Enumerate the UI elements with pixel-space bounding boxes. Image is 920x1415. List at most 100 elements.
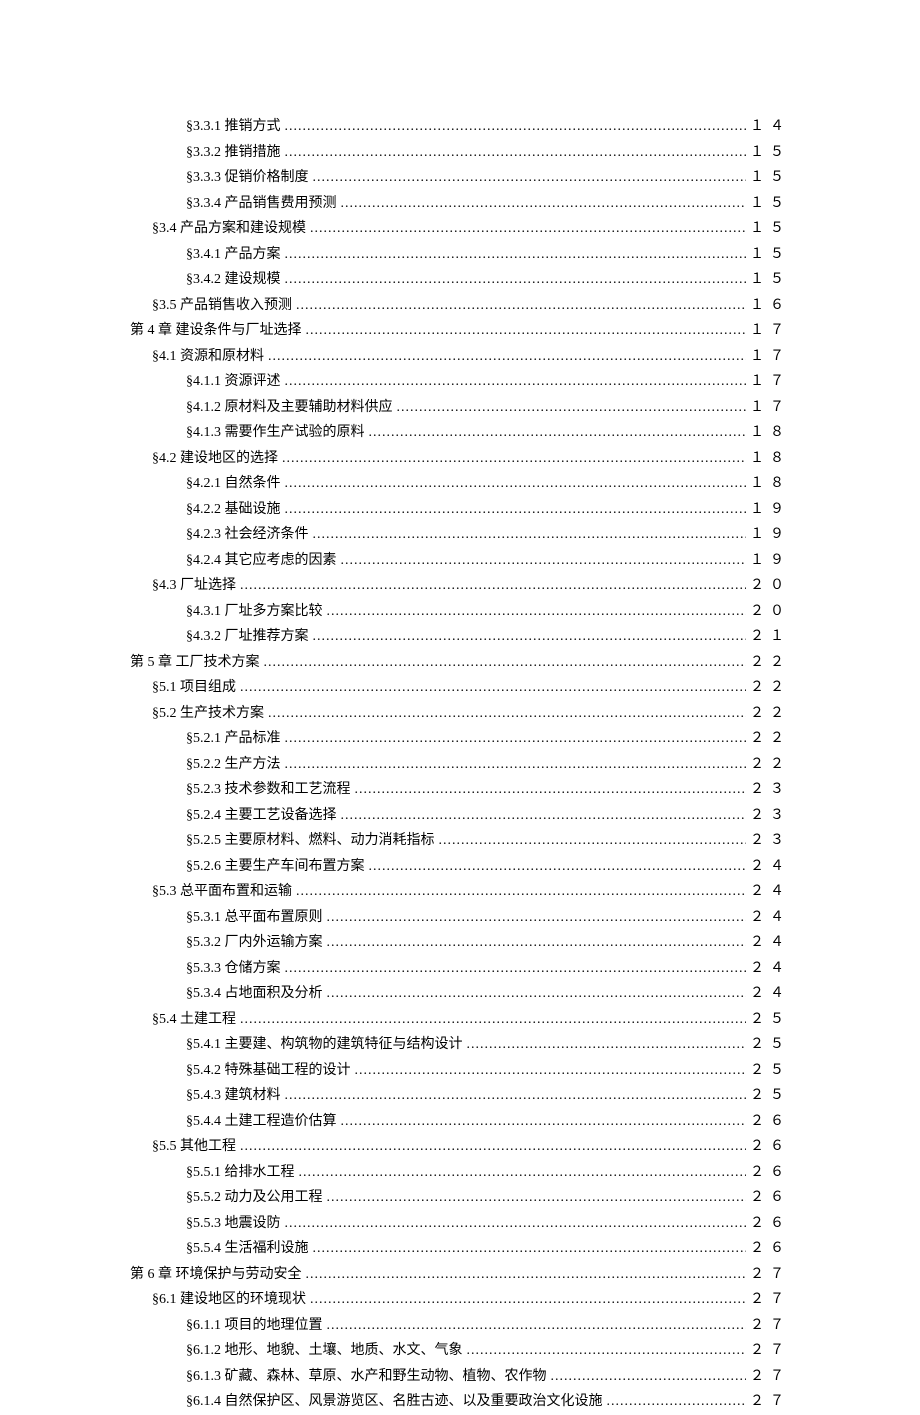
toc-entry-page: １８	[750, 447, 790, 472]
toc-leader-dots	[327, 600, 747, 625]
toc-entry-label: §5.2.1 产品标准	[186, 727, 281, 752]
toc-entry-page: １５	[750, 141, 790, 166]
toc-leader-dots	[268, 345, 746, 370]
toc-leader-dots	[306, 319, 747, 344]
toc-entry[interactable]: §3.3.4 产品销售费用预测１５	[130, 192, 790, 217]
toc-entry-label: §3.3.2 推销措施	[186, 141, 281, 166]
toc-leader-dots	[285, 370, 747, 395]
toc-entry[interactable]: §5.2.5 主要原材料、燃料、动力消耗指标２３	[130, 829, 790, 854]
toc-entry[interactable]: §6.1.4 自然保护区、风景游览区、名胜古迹、以及重要政治文化设施２７	[130, 1390, 790, 1415]
toc-entry-page: ２４	[750, 855, 790, 880]
toc-entry-page: ２７	[750, 1339, 790, 1364]
toc-leader-dots	[282, 447, 746, 472]
toc-entry[interactable]: §5.4.2 特殊基础工程的设计２５	[130, 1059, 790, 1084]
toc-entry[interactable]: §4.1.1 资源评述１７	[130, 370, 790, 395]
toc-entry[interactable]: §5.5 其他工程２６	[130, 1135, 790, 1160]
toc-entry[interactable]: §5.5.2 动力及公用工程２６	[130, 1186, 790, 1211]
toc-leader-dots	[285, 115, 747, 140]
toc-entry-page: ２１	[750, 625, 790, 650]
toc-entry-label: §5.4.4 土建工程造价估算	[186, 1110, 337, 1135]
toc-leader-dots	[285, 472, 747, 497]
toc-entry-page: ２５	[750, 1084, 790, 1109]
toc-entry-page: ２７	[750, 1288, 790, 1313]
toc-entry-label: §5.5.2 动力及公用工程	[186, 1186, 323, 1211]
toc-leader-dots	[285, 498, 747, 523]
toc-entry[interactable]: §5.5.4 生活福利设施２６	[130, 1237, 790, 1262]
toc-entry-page: １９	[750, 498, 790, 523]
toc-entry[interactable]: §5.2 生产技术方案２２	[130, 702, 790, 727]
toc-entry[interactable]: §4.2.1 自然条件１８	[130, 472, 790, 497]
toc-entry[interactable]: 第 4 章 建设条件与厂址选择１７	[130, 319, 790, 344]
toc-entry-page: １７	[750, 396, 790, 421]
toc-entry[interactable]: §5.3.2 厂内外运输方案２４	[130, 931, 790, 956]
toc-entry[interactable]: §5.3.4 占地面积及分析２４	[130, 982, 790, 1007]
toc-entry-label: §6.1.4 自然保护区、风景游览区、名胜古迹、以及重要政治文化设施	[186, 1390, 603, 1415]
toc-entry[interactable]: §5.5.3 地震设防２６	[130, 1212, 790, 1237]
toc-entry-page: ２４	[750, 957, 790, 982]
toc-entry[interactable]: §6.1.2 地形、地貌、土壤、地质、水文、气象 ２７	[130, 1339, 790, 1364]
toc-entry-page: ２５	[750, 1033, 790, 1058]
toc-entry-label: §5.2.6 主要生产车间布置方案	[186, 855, 365, 880]
toc-entry-page: ２２	[750, 676, 790, 701]
toc-entry-label: §4.3.2 厂址推荐方案	[186, 625, 309, 650]
toc-entry[interactable]: §3.4.2 建设规模１５	[130, 268, 790, 293]
toc-entry-page: ２２	[750, 702, 790, 727]
toc-entry[interactable]: §5.2.2 生产方法２２	[130, 753, 790, 778]
toc-entry[interactable]: §5.4.1 主要建、构筑物的建筑特征与结构设计２５	[130, 1033, 790, 1058]
toc-entry[interactable]: §6.1.3 矿藏、森林、草原、水产和野生动物、植物、农作物２７	[130, 1365, 790, 1390]
toc-entry-page: ２６	[750, 1135, 790, 1160]
toc-leader-dots	[240, 1008, 746, 1033]
toc-entry-page: ２７	[750, 1263, 790, 1288]
toc-entry[interactable]: §5.3.3 仓储方案 ２４	[130, 957, 790, 982]
toc-leader-dots	[285, 1084, 747, 1109]
toc-entry[interactable]: §4.3.1 厂址多方案比较２０	[130, 600, 790, 625]
toc-entry[interactable]: §4.1.2 原材料及主要辅助材料供应 １７	[130, 396, 790, 421]
toc-entry[interactable]: 第 6 章 环境保护与劳动安全２７	[130, 1263, 790, 1288]
toc-entry[interactable]: 第 5 章 工厂技术方案２２	[130, 651, 790, 676]
toc-leader-dots	[299, 1161, 747, 1186]
toc-entry-label: §3.4.1 产品方案	[186, 243, 281, 268]
toc-entry[interactable]: §6.1.1 项目的地理位置２７	[130, 1314, 790, 1339]
toc-entry-page: ２０	[750, 600, 790, 625]
toc-entry[interactable]: §5.4 土建工程２５	[130, 1008, 790, 1033]
toc-entry-label: §5.2.3 技术参数和工艺流程	[186, 778, 351, 803]
toc-entry-label: §4.2.3 社会经济条件	[186, 523, 309, 548]
toc-entry[interactable]: §4.1 资源和原材料１７	[130, 345, 790, 370]
toc-entry[interactable]: §3.3.3 促销价格制度１５	[130, 166, 790, 191]
toc-entry[interactable]: §3.5 产品销售收入预测１６	[130, 294, 790, 319]
toc-entry[interactable]: §4.3 厂址选择２０	[130, 574, 790, 599]
toc-entry-page: １９	[750, 549, 790, 574]
toc-entry-label: §5.2.5 主要原材料、燃料、动力消耗指标	[186, 829, 435, 854]
toc-entry-label: §3.3.4 产品销售费用预测	[186, 192, 337, 217]
toc-entry[interactable]: §5.3.1 总平面布置原则２４	[130, 906, 790, 931]
toc-entry[interactable]: §5.1 项目组成２２	[130, 676, 790, 701]
toc-entry-label: §4.1.3 需要作生产试验的原料	[186, 421, 365, 446]
toc-entry[interactable]: §5.2.3 技术参数和工艺流程２３	[130, 778, 790, 803]
toc-entry[interactable]: §6.1 建设地区的环境现状２７	[130, 1288, 790, 1313]
toc-entry[interactable]: §5.4.4 土建工程造价估算 ２６	[130, 1110, 790, 1135]
toc-entry[interactable]: §5.5.1 给排水工程２６	[130, 1161, 790, 1186]
toc-entry-page: ２６	[750, 1110, 790, 1135]
toc-entry[interactable]: §4.2.4 其它应考虑的因素１９	[130, 549, 790, 574]
toc-entry[interactable]: §5.2.4 主要工艺设备选择２３	[130, 804, 790, 829]
toc-entry[interactable]: §3.4 产品方案和建设规模１５	[130, 217, 790, 242]
toc-entry[interactable]: §5.2.1 产品标准２２	[130, 727, 790, 752]
toc-leader-dots	[439, 829, 747, 854]
toc-entry[interactable]: §5.2.6 主要生产车间布置方案 ２４	[130, 855, 790, 880]
toc-entry[interactable]: §4.2.3 社会经济条件１９	[130, 523, 790, 548]
toc-entry[interactable]: §5.3 总平面布置和运输２４	[130, 880, 790, 905]
toc-entry[interactable]: §4.2 建设地区的选择１８	[130, 447, 790, 472]
toc-entry-label: §6.1.2 地形、地貌、土壤、地质、水文、气象	[186, 1339, 463, 1364]
toc-entry[interactable]: §3.3.1 推销方式１４	[130, 115, 790, 140]
toc-entry-page: １８	[750, 472, 790, 497]
toc-entry[interactable]: §3.3.2 推销措施 １５	[130, 141, 790, 166]
toc-entry[interactable]: §4.2.2 基础设施１９	[130, 498, 790, 523]
toc-entry[interactable]: §3.4.1 产品方案１５	[130, 243, 790, 268]
toc-entry-label: §5.3.3 仓储方案	[186, 957, 281, 982]
toc-entry-label: §4.1.2 原材料及主要辅助材料供应	[186, 396, 393, 421]
toc-entry[interactable]: §4.1.3 需要作生产试验的原料１８	[130, 421, 790, 446]
toc-leader-dots	[313, 166, 747, 191]
toc-entry-page: ２７	[750, 1365, 790, 1390]
toc-entry[interactable]: §4.3.2 厂址推荐方案 ２１	[130, 625, 790, 650]
toc-entry[interactable]: §5.4.3 建筑材料２５	[130, 1084, 790, 1109]
